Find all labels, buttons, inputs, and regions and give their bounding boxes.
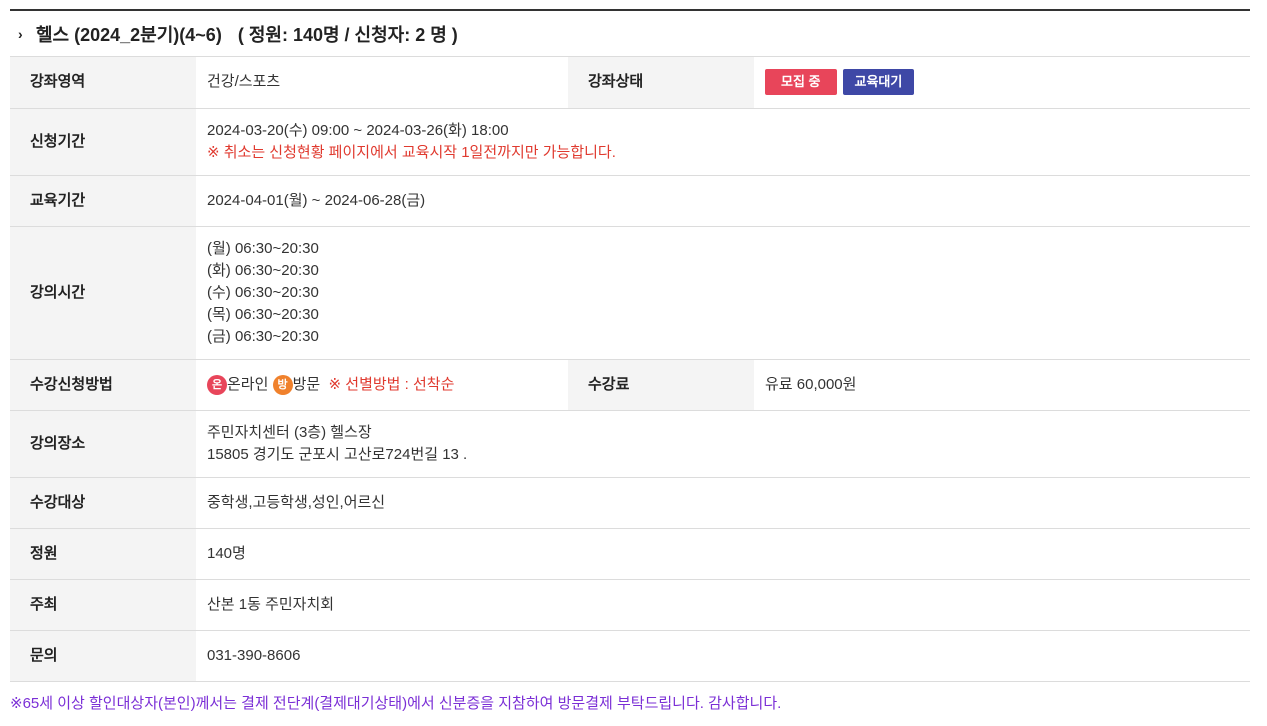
lecture-time-label: 강의시간 — [10, 226, 196, 360]
inquiry-value: 031-390-8606 — [196, 630, 1250, 682]
apply-method-cell: 온 온라인 방 방문 ※ 선별방법 : 선착순 — [196, 359, 568, 411]
fee-value: 유료 60,000원 — [754, 359, 1250, 411]
online-icon: 온 — [207, 374, 227, 395]
target-value: 중학생,고등학생,성인,어르신 — [196, 477, 1250, 529]
senior-discount-note: ※65세 이상 할인대상자(본인)께서는 결제 전단계(결제대기상태)에서 신분… — [10, 695, 782, 712]
host-value: 산본 1동 주민자치회 — [196, 579, 1250, 631]
row-host: 주최 산본 1동 주민자치회 — [10, 579, 1250, 631]
course-info-table: 강좌영역 건강/스포츠 강좌상태 모집 중 교육대기 신청기간 2024-03-2… — [10, 57, 1250, 682]
lecture-time-item: (월) 06:30~20:30 — [207, 239, 319, 257]
place-cell: 주민자치센터 (3층) 헬스장 15805 경기도 군포시 고산로724번길 1… — [196, 410, 1250, 478]
course-title: 헬스 (2024_2분기)(4~6) — [36, 24, 222, 45]
online-label: 온라인 — [227, 375, 269, 393]
row-inquiry: 문의 031-390-8606 — [10, 630, 1250, 682]
lecture-time-item: (화) 06:30~20:30 — [207, 261, 319, 279]
host-label: 주최 — [10, 579, 196, 631]
chevron-right-icon: › — [18, 25, 23, 42]
selection-note: ※ 선별방법 : 선착순 — [328, 375, 455, 393]
area-value: 건강/스포츠 — [196, 57, 568, 109]
apply-method-label: 수강신청방법 — [10, 359, 196, 411]
recruiting-badge: 모집 중 — [765, 69, 837, 96]
capacity-value: 140명 — [196, 528, 1250, 580]
row-apply-period: 신청기간 2024-03-20(수) 09:00 ~ 2024-03-26(화)… — [10, 108, 1250, 176]
status-cell: 모집 중 교육대기 — [754, 57, 1250, 109]
apply-period-label: 신청기간 — [10, 108, 196, 176]
row-edu-period: 교육기간 2024-04-01(월) ~ 2024-06-28(금) — [10, 175, 1250, 227]
waiting-badge: 교육대기 — [842, 69, 915, 96]
status-label: 강좌상태 — [568, 57, 754, 109]
target-label: 수강대상 — [10, 477, 196, 529]
place-label: 강의장소 — [10, 410, 196, 478]
capacity-summary: ( 정원: 140명 / 신청자: 2 명 ) — [237, 24, 458, 45]
row-place: 강의장소 주민자치센터 (3층) 헬스장 15805 경기도 군포시 고산로72… — [10, 410, 1250, 478]
fee-label: 수강료 — [568, 359, 754, 411]
capacity-label: 정원 — [10, 528, 196, 580]
lecture-time-item: (수) 06:30~20:30 — [207, 283, 319, 301]
row-lecture-time: 강의시간 (월) 06:30~20:30 (화) 06:30~20:30 (수)… — [10, 226, 1250, 360]
inquiry-label: 문의 — [10, 630, 196, 682]
place-line2: 15805 경기도 군포시 고산로724번길 13 . — [207, 445, 468, 463]
row-area: 강좌영역 건강/스포츠 강좌상태 모집 중 교육대기 — [10, 57, 1250, 109]
cancel-note: ※ 취소는 신청현황 페이지에서 교육시작 1일전까지만 가능합니다. — [207, 143, 616, 161]
edu-period-label: 교육기간 — [10, 175, 196, 227]
row-capacity: 정원 140명 — [10, 528, 1250, 580]
course-title-bar: › 헬스 (2024_2분기)(4~6) ( 정원: 140명 / 신청자: 2… — [10, 11, 1250, 57]
row-apply-method: 수강신청방법 온 온라인 방 방문 ※ 선별방법 : 선착순 수강료 유료 60,0… — [10, 359, 1250, 411]
course-detail: › 헬스 (2024_2분기)(4~6) ( 정원: 140명 / 신청자: 2… — [10, 9, 1250, 682]
apply-period-cell: 2024-03-20(수) 09:00 ~ 2024-03-26(화) 18:0… — [196, 108, 1250, 176]
edu-period-value: 2024-04-01(월) ~ 2024-06-28(금) — [196, 175, 1250, 227]
visit-icon: 방 — [272, 374, 293, 395]
place-line1: 주민자치센터 (3층) 헬스장 — [207, 423, 372, 441]
area-label: 강좌영역 — [10, 57, 196, 109]
visit-label: 방문 — [292, 375, 321, 393]
lecture-time-cell: (월) 06:30~20:30 (화) 06:30~20:30 (수) 06:3… — [196, 226, 1250, 360]
apply-period-value: 2024-03-20(수) 09:00 ~ 2024-03-26(화) 18:0… — [207, 121, 509, 139]
lecture-time-item: (목) 06:30~20:30 — [207, 305, 319, 323]
row-target: 수강대상 중학생,고등학생,성인,어르신 — [10, 477, 1250, 529]
lecture-time-item: (금) 06:30~20:30 — [207, 327, 319, 345]
